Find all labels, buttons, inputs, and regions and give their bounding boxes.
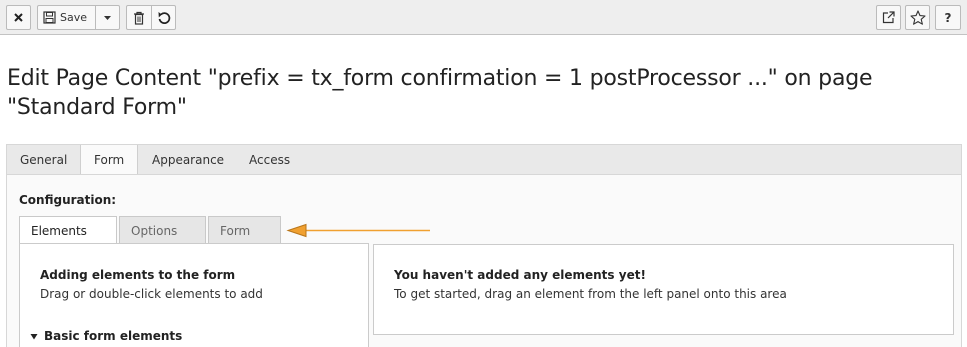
save-options-dropdown[interactable] bbox=[95, 5, 120, 30]
tab-label: General bbox=[20, 153, 68, 167]
elements-panel-heading: Adding elements to the form bbox=[40, 268, 236, 282]
annotation-arrow bbox=[286, 223, 430, 238]
elements-panel-hint: Drag or double-click elements to add bbox=[40, 287, 263, 301]
close-button[interactable] bbox=[6, 5, 31, 30]
save-button[interactable]: Save bbox=[37, 5, 96, 30]
trash-icon bbox=[134, 11, 144, 25]
floppy-disk-icon bbox=[43, 11, 56, 24]
star-icon bbox=[909, 10, 926, 25]
doc-header-toolbar: Save ? bbox=[0, 0, 967, 35]
configuration-label: Configuration: bbox=[19, 193, 117, 207]
empty-form-heading: You haven't added any elements yet! bbox=[394, 268, 646, 282]
close-icon bbox=[14, 13, 23, 22]
undo-button[interactable] bbox=[151, 5, 176, 30]
tab-label: Form bbox=[94, 153, 125, 167]
main-tabs: General Form Appearance Access bbox=[6, 144, 962, 177]
tab-access[interactable]: Access bbox=[236, 145, 303, 176]
subtab-label: Options bbox=[131, 224, 178, 238]
tab-appearance[interactable]: Appearance bbox=[139, 145, 237, 176]
subtab-label: Form bbox=[220, 224, 251, 238]
undo-icon bbox=[158, 11, 170, 24]
tab-form[interactable]: Form bbox=[80, 145, 139, 177]
caret-down-icon bbox=[104, 15, 111, 20]
triangle-down-icon bbox=[30, 333, 38, 339]
save-label: Save bbox=[60, 11, 88, 24]
subtab-form[interactable]: Form bbox=[208, 216, 281, 244]
elements-panel: Adding elements to the form Drag or doub… bbox=[19, 243, 369, 347]
bookmark-button[interactable] bbox=[905, 5, 930, 30]
tab-label: Appearance bbox=[152, 153, 225, 167]
open-new-window-icon bbox=[882, 11, 895, 24]
form-canvas[interactable]: You haven't added any elements yet! To g… bbox=[373, 244, 954, 335]
subtab-label: Elements bbox=[31, 224, 87, 238]
empty-form-hint: To get started, drag an element from the… bbox=[394, 287, 787, 301]
basic-form-elements-label: Basic form elements bbox=[44, 329, 183, 343]
subtab-elements[interactable]: Elements bbox=[19, 216, 117, 245]
help-button[interactable]: ? bbox=[935, 5, 961, 30]
subtab-options[interactable]: Options bbox=[119, 216, 206, 244]
delete-button[interactable] bbox=[126, 5, 152, 30]
tab-label: Access bbox=[249, 153, 291, 167]
page-title: Edit Page Content "prefix = tx_form conf… bbox=[7, 66, 873, 120]
open-new-window-button[interactable] bbox=[876, 5, 901, 30]
basic-form-elements-toggle[interactable]: Basic form elements bbox=[30, 329, 182, 343]
help-icon: ? bbox=[944, 10, 952, 25]
tab-general[interactable]: General bbox=[7, 145, 80, 176]
